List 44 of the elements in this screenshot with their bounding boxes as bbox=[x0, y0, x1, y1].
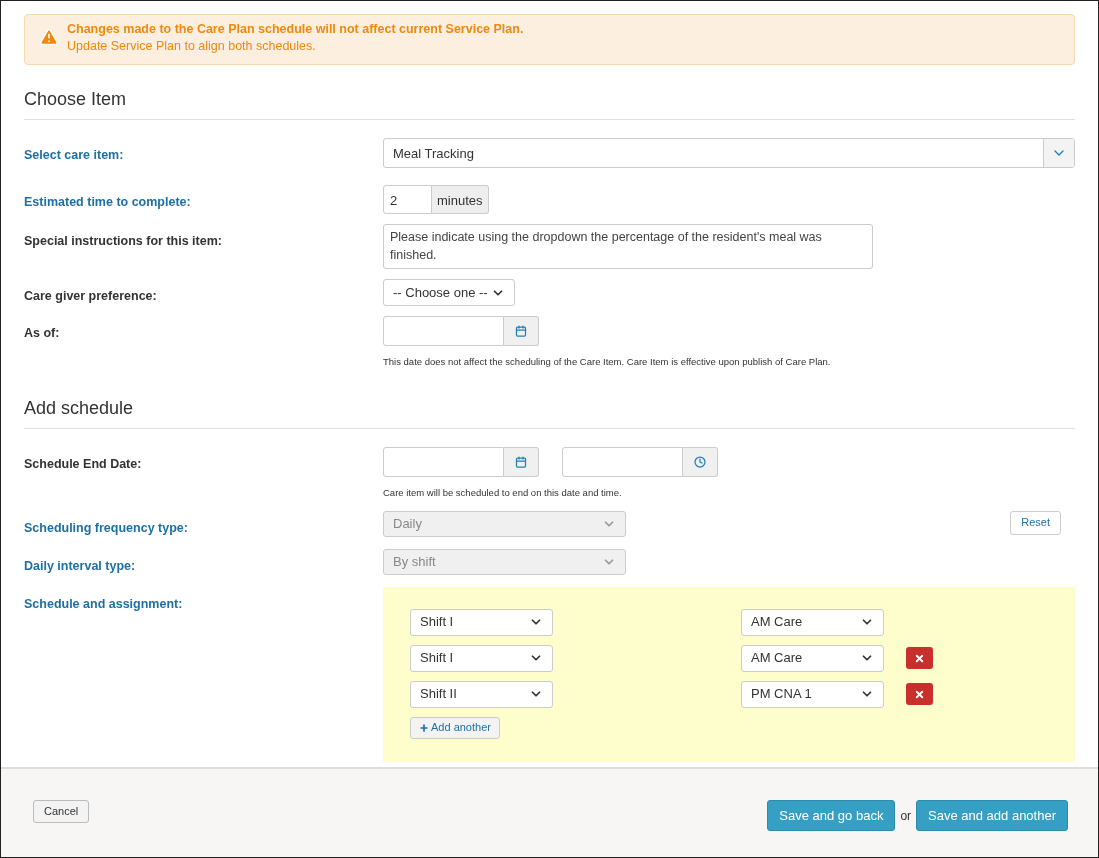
calendar-button[interactable] bbox=[504, 316, 539, 346]
field-label: Special instructions for this item: bbox=[24, 234, 222, 248]
plus-icon bbox=[419, 722, 429, 733]
close-icon bbox=[914, 688, 925, 700]
care-giver-select[interactable]: -- Choose one -- bbox=[383, 279, 515, 306]
field-label: Care giver preference: bbox=[24, 289, 157, 303]
field-label: Schedule End Date: bbox=[24, 457, 142, 472]
field-label: Daily interval type: bbox=[24, 558, 136, 573]
remove-button[interactable] bbox=[906, 683, 933, 705]
help-text: Care item will be scheduled to end on this date and time. bbox=[383, 486, 623, 501]
date-input[interactable] bbox=[383, 316, 504, 346]
shift-select[interactable]: Shift II bbox=[410, 680, 553, 708]
field-label: As of: bbox=[24, 326, 60, 340]
instructions-textarea[interactable]: Please indicate using the dropdown the percentage of the resident's meal was finished. bbox=[383, 224, 873, 269]
close-icon bbox=[914, 652, 925, 664]
shift-select[interactable]: Shift I bbox=[410, 644, 553, 672]
assignee-select[interactable]: PM CNA 1 bbox=[741, 680, 884, 708]
help-text: This date does not affect the scheduling of the Care Item. Care Item is effective upon publish of Care Plan. bbox=[383, 355, 831, 369]
calendar-button[interactable] bbox=[504, 447, 539, 478]
field-label: Scheduling frequency type: bbox=[24, 520, 188, 535]
section-heading: Add schedule bbox=[24, 395, 1075, 430]
time-input[interactable]: 2 bbox=[383, 185, 432, 214]
alert-title: Changes made to the Care Plan schedule will not affect current Service Plan. bbox=[67, 21, 524, 38]
date-input[interactable] bbox=[562, 447, 683, 478]
date-input[interactable] bbox=[383, 447, 504, 478]
remove-button[interactable] bbox=[906, 647, 933, 669]
cancel-button[interactable]: Cancel bbox=[33, 800, 90, 823]
add-another-button[interactable]: Add another bbox=[410, 716, 500, 739]
section-heading: Choose Item bbox=[24, 86, 1075, 120]
field-label: Estimated time to complete: bbox=[24, 195, 191, 209]
time-picker-button[interactable] bbox=[683, 447, 718, 478]
care-item-select[interactable]: Meal Tracking bbox=[383, 138, 1075, 168]
alert-message: Update Service Plan to align both schedules. bbox=[67, 38, 317, 55]
calendar-icon bbox=[515, 325, 527, 337]
field-label: Select care item: bbox=[24, 148, 124, 162]
assignee-select[interactable]: AM Care bbox=[741, 644, 884, 672]
calendar-icon bbox=[515, 456, 527, 469]
warning-icon bbox=[39, 27, 59, 47]
unit-addon: minutes bbox=[432, 185, 489, 214]
assignee-select[interactable]: AM Care bbox=[741, 608, 884, 636]
clock-icon bbox=[694, 456, 706, 469]
field-label: Schedule and assignment: bbox=[24, 596, 183, 611]
shift-select[interactable]: Shift I bbox=[410, 608, 553, 636]
or-text: or bbox=[900, 807, 912, 825]
